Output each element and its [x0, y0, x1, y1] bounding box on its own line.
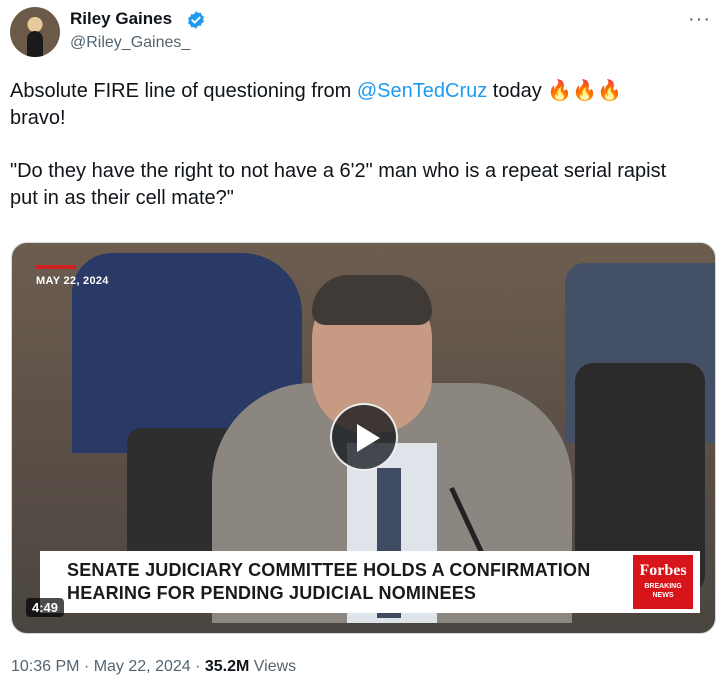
views-count: 35.2M — [204, 658, 250, 675]
avatar[interactable] — [10, 7, 60, 57]
forbes-logo: Forbes BREAKING NEWS — [633, 555, 693, 609]
tweet-text: Absolute FIRE line of questioning from @… — [10, 78, 690, 212]
verified-badge-icon — [188, 11, 204, 29]
display-name[interactable]: Riley Gaines — [70, 9, 172, 29]
video-date-stamp: MAY 22, 2024 — [36, 275, 109, 287]
lower-third-text: SENATE JUDICIARY COMMITTEE HOLDS A CONFI… — [67, 560, 591, 603]
views-label: Views — [249, 658, 297, 675]
speaker-hair — [312, 275, 432, 325]
tweet-quote: "Do they have the right to not have a 6'… — [10, 160, 667, 209]
tweet-date[interactable]: May 22, 2024 — [94, 658, 191, 675]
mention-link[interactable]: @SenTedCruz — [357, 80, 487, 102]
news-lower-third: SENATE JUDICIARY COMMITTEE HOLDS A CONFI… — [40, 551, 700, 613]
play-icon[interactable] — [330, 403, 398, 471]
user-handle[interactable]: @Riley_Gaines_ — [70, 34, 190, 52]
fire-emoji: 🔥🔥🔥 — [547, 80, 622, 102]
tweet-line-1: Absolute FIRE line of questioning from @… — [10, 80, 622, 102]
date-accent-bar — [36, 265, 76, 269]
more-options-icon[interactable]: ··· — [688, 8, 711, 31]
tweet-line-2: bravo! — [10, 107, 66, 129]
tweet-time[interactable]: 10:36 PM — [11, 658, 79, 675]
video-duration: 4:49 — [26, 598, 65, 617]
tweet-meta: 10:36 PM · May 22, 2024 · 35.2M Views — [11, 658, 297, 675]
video-player[interactable]: MAY 22, 2024 SENATE JUDICIARY COMMITTEE … — [11, 242, 716, 634]
